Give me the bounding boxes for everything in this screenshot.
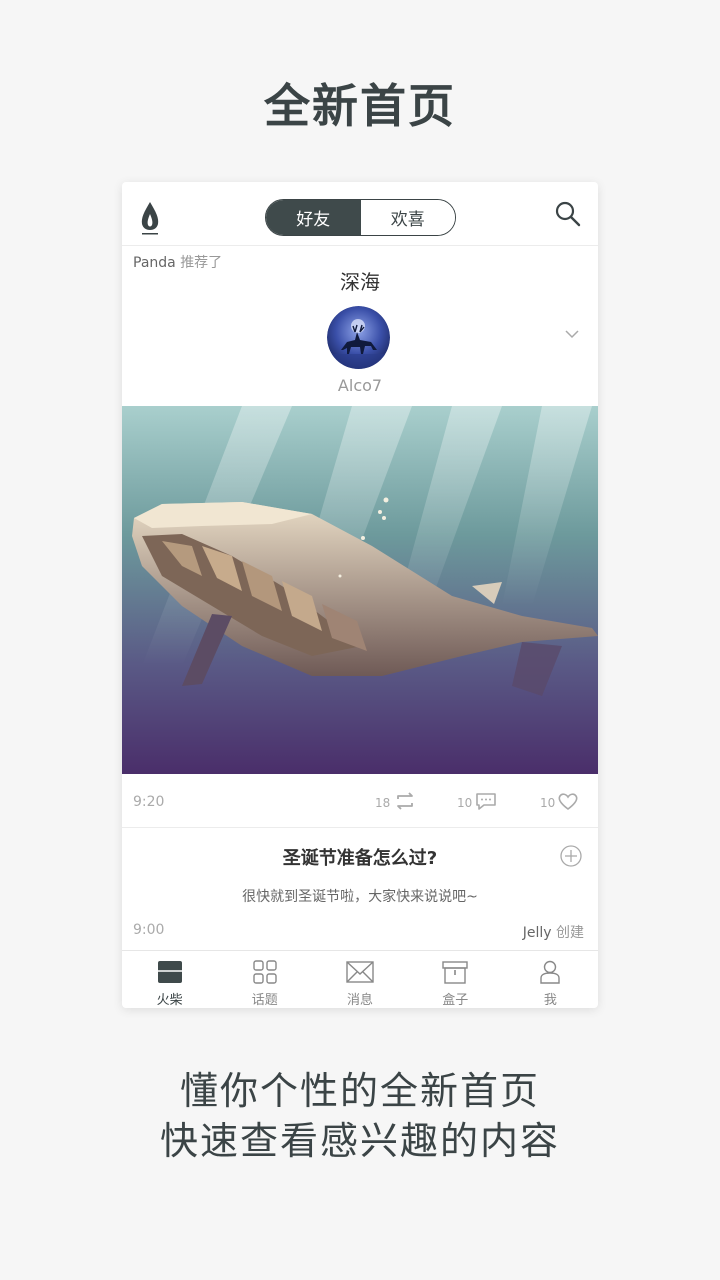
app-screen: 好友 欢喜 Panda 推荐了 深海 Alco7 9:20 18 10 10 圣… <box>122 182 598 1008</box>
tab-messages[interactable]: 消息 <box>312 951 407 1008</box>
add-topic-icon[interactable] <box>560 845 582 867</box>
segment-friends[interactable]: 好友 <box>266 200 361 235</box>
heart-icon[interactable] <box>556 790 580 812</box>
flame-logo-icon <box>141 202 159 235</box>
creator-name[interactable]: Jelly <box>523 925 552 941</box>
tab-label: 火柴 <box>156 993 183 1008</box>
box-icon <box>442 961 468 984</box>
bottom-tab-bar: 火柴 话题 消息 盒子 我 <box>122 950 598 1008</box>
topic-title[interactable]: 圣诞节准备怎么过? <box>122 844 598 870</box>
match-icon <box>157 961 182 983</box>
repost-icon[interactable] <box>393 790 417 812</box>
comment-icon[interactable] <box>474 790 498 812</box>
person-icon <box>540 960 561 984</box>
post-title[interactable]: 深海 <box>122 266 598 295</box>
grid-icon <box>253 960 277 984</box>
tab-label: 消息 <box>347 993 374 1008</box>
post-meta-bar: 9:20 18 10 10 <box>122 788 598 818</box>
author-name[interactable]: Alco7 <box>122 376 598 395</box>
tab-label: 我 <box>543 993 557 1008</box>
topic-time: 9:00 <box>133 922 165 938</box>
page-title: 全新首页 <box>264 79 456 133</box>
subtitle-line-2: 快速查看感兴趣的内容 <box>159 1119 560 1163</box>
creator-suffix: 创建 <box>556 925 584 941</box>
search-icon[interactable] <box>554 200 582 228</box>
tab-match[interactable]: 火柴 <box>122 951 217 1008</box>
feed-segment-control: 好友 欢喜 <box>265 199 456 236</box>
tab-box[interactable]: 盒子 <box>408 951 503 1008</box>
top-bar: 好友 欢喜 <box>122 182 598 246</box>
topic-description: 很快就到圣诞节啦，大家快来说说吧~ <box>242 889 478 905</box>
post-image[interactable] <box>122 406 598 774</box>
tab-label: 盒子 <box>442 993 469 1008</box>
divider <box>122 827 598 828</box>
comment-count: 10 <box>457 796 473 810</box>
tab-topics[interactable]: 话题 <box>217 951 312 1008</box>
tab-label: 话题 <box>251 993 278 1008</box>
chevron-down-icon[interactable] <box>564 328 580 340</box>
subtitle-line-1: 懂你个性的全新首页 <box>179 1069 540 1113</box>
avatar[interactable] <box>327 306 390 369</box>
topic-creator: Jelly 创建 <box>523 922 584 942</box>
segment-likes[interactable]: 欢喜 <box>360 200 455 235</box>
post-time: 9:20 <box>133 794 165 810</box>
envelope-icon <box>346 961 374 983</box>
repost-count: 18 <box>375 796 391 810</box>
like-count: 10 <box>540 796 556 810</box>
tab-me[interactable]: 我 <box>503 951 598 1008</box>
